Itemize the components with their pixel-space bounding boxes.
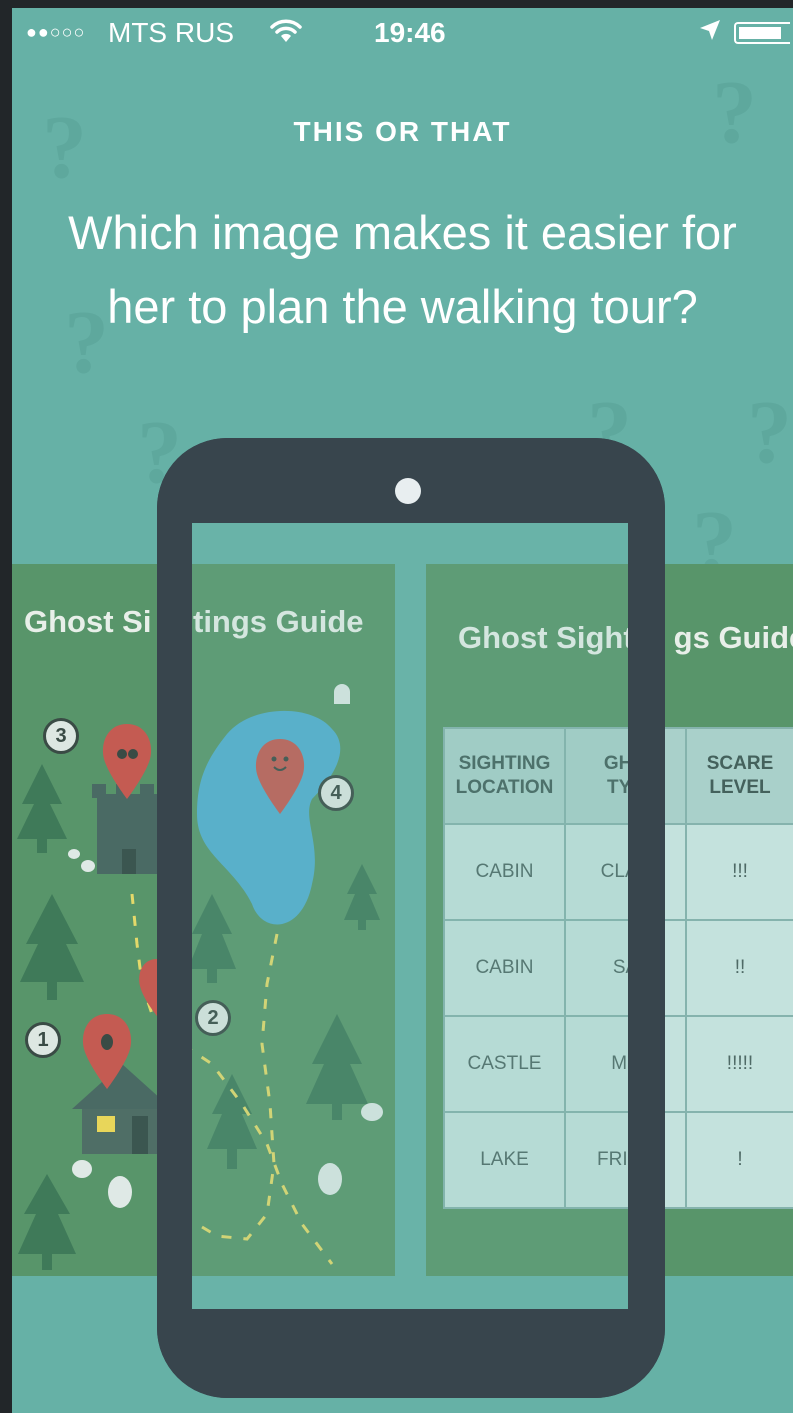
table-cell: ! xyxy=(685,1111,793,1209)
map-marker-1[interactable]: 1 xyxy=(25,1022,61,1058)
bg-question-mark: ? xyxy=(747,383,792,482)
question-text: Which image makes it easier for her to p… xyxy=(68,206,737,333)
screen-kicker: THIS OR THAT xyxy=(293,116,512,147)
table-cell: !! xyxy=(685,919,793,1017)
signal-strength: ●●○○○ xyxy=(26,22,86,42)
table-cell: !!!!! xyxy=(685,1015,793,1113)
location-arrow-icon xyxy=(698,18,722,49)
phone-screen-content: tings Guide 2 4 Ghost Sight SIGHTING LOCA… xyxy=(192,523,628,1309)
table-cell: !!! xyxy=(685,823,793,921)
status-bar: ●●○○○ MTS RUS 19:46 xyxy=(12,8,793,58)
map-marker-3[interactable]: 3 xyxy=(43,718,79,754)
carrier-name: MTS RUS xyxy=(108,17,234,48)
app-screen: ? ? ? ? ? ? ? ? ●●○○○ MTS RUS 19:46 THIS… xyxy=(12,8,793,1413)
wifi-icon xyxy=(270,18,302,51)
clock-time: 19:46 xyxy=(374,17,446,48)
battery-icon xyxy=(734,22,790,44)
table-header-cell: SCARE LEVEL xyxy=(685,727,793,825)
